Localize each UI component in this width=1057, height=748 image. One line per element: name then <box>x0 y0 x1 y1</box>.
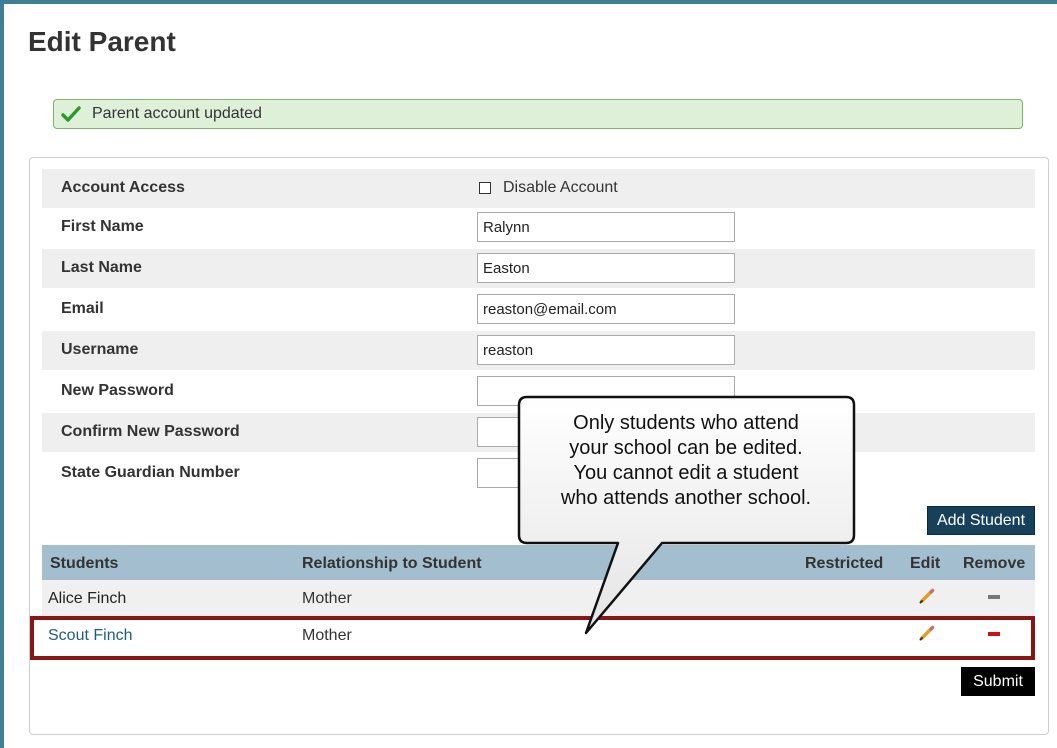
pencil-icon[interactable] <box>918 587 936 610</box>
username-label: Username <box>61 341 139 358</box>
page-title: Edit Parent <box>28 26 176 57</box>
row-email: Email reaston@email.com <box>42 290 1035 329</box>
callout-text: Only students who attend your school can… <box>518 411 854 511</box>
student-relationship: Mother <box>302 590 352 607</box>
students-table-header: Students Relationship to Student Restric… <box>42 545 1035 580</box>
row-account-access: Account Access Disable Account <box>42 169 1035 208</box>
last-name-input[interactable]: Easton <box>477 253 735 283</box>
checkbox-box[interactable] <box>479 182 491 194</box>
col-relationship: Relationship to Student <box>302 555 482 572</box>
new-password-input[interactable] <box>477 376 735 406</box>
col-students: Students <box>50 555 119 572</box>
submit-button[interactable]: Submit <box>961 667 1035 696</box>
first-name-input[interactable]: Ralynn <box>477 212 735 242</box>
table-row: Alice Finch Mother <box>42 580 1035 616</box>
success-alert: Parent account updated <box>53 99 1023 129</box>
col-remove: Remove <box>963 555 1026 572</box>
callout-line: Only students who attend <box>573 412 799 434</box>
row-new-password: New Password <box>42 372 1035 411</box>
email-input[interactable]: reaston@email.com <box>477 294 735 324</box>
check-icon <box>56 106 86 122</box>
minus-icon[interactable] <box>988 595 1000 599</box>
row-username: Username reaston <box>42 331 1035 370</box>
last-name-label: Last Name <box>61 259 142 276</box>
col-edit: Edit <box>910 555 941 572</box>
first-name-label: First Name <box>61 218 144 235</box>
callout-line: your school can be edited. <box>569 437 803 459</box>
window-frame-left <box>0 0 4 748</box>
username-input[interactable]: reaston <box>477 335 735 365</box>
callout-line: You cannot edit a student <box>573 462 799 484</box>
callout-line: who attends another school. <box>560 487 812 509</box>
confirm-password-label: Confirm New Password <box>61 423 240 440</box>
row-first-name: First Name Ralynn <box>42 208 1035 247</box>
col-restricted: Restricted <box>805 555 884 572</box>
student-name: Alice Finch <box>48 590 127 607</box>
add-student-button[interactable]: Add Student <box>927 506 1035 535</box>
alert-message: Parent account updated <box>92 105 262 122</box>
disable-account-checkbox[interactable]: Disable Account <box>479 179 618 197</box>
email-label: Email <box>61 300 104 317</box>
account-access-label: Account Access <box>61 179 185 196</box>
window-frame-top <box>0 0 1057 4</box>
row-last-name: Last Name Easton <box>42 249 1035 288</box>
disable-account-label: Disable Account <box>503 179 618 196</box>
state-guardian-number-label: State Guardian Number <box>61 464 240 481</box>
highlight-box <box>30 616 1035 660</box>
new-password-label: New Password <box>61 382 174 399</box>
